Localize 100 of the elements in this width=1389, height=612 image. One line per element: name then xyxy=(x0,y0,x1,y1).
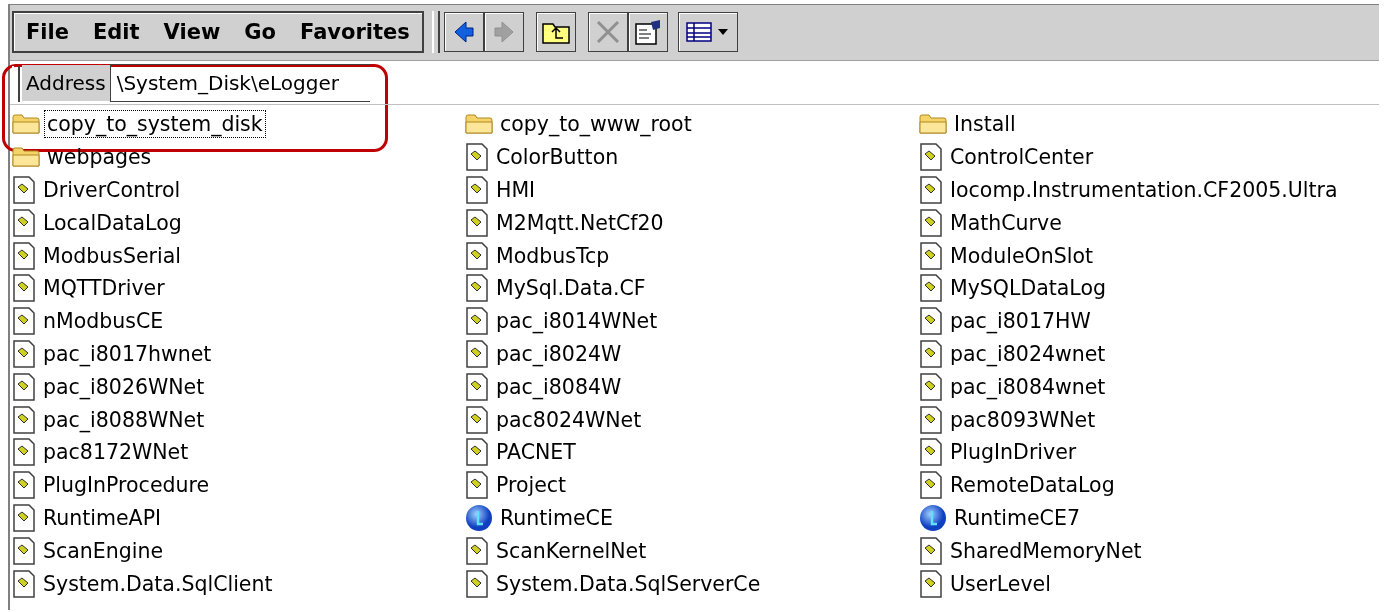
dll-file-icon xyxy=(919,176,943,204)
views-button[interactable] xyxy=(677,12,738,52)
file-name[interactable]: ColorButton xyxy=(493,143,622,172)
back-arrow-icon xyxy=(452,20,475,44)
globe-icon xyxy=(919,503,947,532)
file-name[interactable]: Iocomp.Instrumentation.CF2005.Ultra xyxy=(947,176,1341,204)
delete-icon xyxy=(594,19,621,45)
toolbar-grip[interactable] xyxy=(12,65,20,102)
file-name[interactable]: pac_i8014WNet xyxy=(493,307,661,336)
up-button[interactable] xyxy=(535,12,576,52)
menu-item[interactable]: File xyxy=(14,13,81,51)
file-name[interactable]: pac_i8017hwnet xyxy=(40,339,215,368)
dll-file-icon xyxy=(919,536,943,565)
file-name[interactable]: RemoteDataLog xyxy=(947,471,1118,500)
folder-icon xyxy=(919,113,947,136)
file-name[interactable]: Install xyxy=(951,110,1019,139)
dll-file-icon xyxy=(465,372,489,401)
dll-file-icon xyxy=(919,274,943,303)
dll-file-icon xyxy=(465,176,489,204)
file-name[interactable]: pac8093WNet xyxy=(947,405,1099,434)
file-name[interactable]: ModuleOnSlot xyxy=(947,241,1096,270)
file-name[interactable]: MQTTDriver xyxy=(40,274,168,303)
dll-file-icon xyxy=(12,241,36,270)
file-name[interactable]: RuntimeCE xyxy=(497,503,616,532)
file-name[interactable]: webpages xyxy=(44,143,155,172)
file-name[interactable]: ScanKernelNet xyxy=(493,536,650,565)
file-name[interactable]: nModbusCE xyxy=(40,307,167,336)
file-name[interactable]: ModbusTcp xyxy=(493,241,613,270)
dll-file-icon xyxy=(465,339,489,368)
menu-item[interactable]: Edit xyxy=(81,13,152,51)
menu-item[interactable]: Go xyxy=(232,13,288,51)
folder-icon xyxy=(12,113,40,136)
dll-file-icon xyxy=(465,274,489,303)
dll-file-icon xyxy=(919,307,943,336)
file-name[interactable]: pac8024WNet xyxy=(493,405,645,434)
dll-file-icon xyxy=(12,307,36,336)
file-name[interactable]: Project xyxy=(493,471,570,500)
dll-file-icon xyxy=(919,471,943,500)
dll-file-icon xyxy=(465,307,489,336)
dll-file-icon xyxy=(465,405,489,434)
file-name[interactable]: ScanEngine xyxy=(40,536,167,565)
file-name[interactable]: pac_i8084W xyxy=(493,372,625,401)
file-name[interactable]: HMI xyxy=(493,176,539,204)
dll-file-icon xyxy=(12,405,36,434)
dll-file-icon xyxy=(465,471,489,500)
file-name[interactable]: pac_i8017HW xyxy=(947,307,1094,336)
file-name[interactable]: pac_i8024W xyxy=(493,339,625,368)
file-name[interactable]: MathCurve xyxy=(947,208,1065,237)
properties-button[interactable] xyxy=(627,12,668,52)
file-name[interactable]: PlugInDriver xyxy=(947,438,1080,467)
file-name[interactable]: PlugInProcedure xyxy=(40,471,213,500)
properties-icon xyxy=(632,18,663,46)
file-name[interactable]: M2Mqtt.NetCf20 xyxy=(493,208,667,237)
dll-file-icon xyxy=(12,208,36,237)
file-name[interactable]: LocalDataLog xyxy=(40,208,185,237)
globe-icon xyxy=(465,503,493,532)
file-name[interactable]: copy_to_www_root xyxy=(497,110,695,139)
file-name[interactable]: MySql.Data.CF xyxy=(493,274,649,303)
dll-file-icon xyxy=(919,143,943,172)
menu-item[interactable]: Favorites xyxy=(288,13,422,51)
dll-file-icon xyxy=(919,405,943,434)
dll-file-icon xyxy=(12,438,36,467)
address-field[interactable]: \System_Disk\eLogger xyxy=(109,63,370,102)
file-name[interactable]: pac_i8024wnet xyxy=(947,339,1109,368)
file-name[interactable]: SharedMemoryNet xyxy=(947,536,1145,565)
dll-file-icon xyxy=(465,569,489,598)
dll-file-icon xyxy=(465,241,489,270)
dll-file-icon xyxy=(465,536,489,565)
file-name[interactable]: pac_i8088WNet xyxy=(40,405,208,434)
file-name[interactable]: RuntimeCE7 xyxy=(951,503,1083,532)
file-name[interactable]: pac8172WNet xyxy=(40,438,192,467)
dll-file-icon xyxy=(919,372,943,401)
dll-file-icon xyxy=(919,569,943,598)
menu-item[interactable]: View xyxy=(151,13,233,51)
file-name[interactable]: ModbusSerial xyxy=(40,241,184,270)
dll-file-icon xyxy=(465,438,489,467)
toolbar-grip[interactable] xyxy=(431,11,440,53)
dll-file-icon xyxy=(465,143,489,172)
file-name[interactable]: DriverControl xyxy=(40,176,184,204)
file-name[interactable]: System.Data.SqlClient xyxy=(40,569,276,598)
back-button[interactable] xyxy=(443,12,484,52)
folder-icon xyxy=(465,113,493,136)
file-name[interactable]: System.Data.SqlServerCe xyxy=(493,569,764,598)
dll-file-icon xyxy=(919,241,943,270)
forward-arrow-icon xyxy=(492,20,515,44)
file-name[interactable]: PACNET xyxy=(493,438,579,467)
folder-icon xyxy=(12,146,40,169)
file-name[interactable]: RuntimeAPI xyxy=(40,503,165,532)
dll-file-icon xyxy=(465,208,489,237)
dll-file-icon xyxy=(12,503,36,532)
file-name[interactable]: UserLevel xyxy=(947,569,1054,598)
dll-file-icon xyxy=(12,372,36,401)
file-name[interactable]: copy_to_system_disk xyxy=(44,110,266,139)
file-name[interactable]: pac_i8084wnet xyxy=(947,372,1109,401)
file-name[interactable]: pac_i8026WNet xyxy=(40,372,208,401)
dll-file-icon xyxy=(12,569,36,598)
dll-file-icon xyxy=(919,339,943,368)
file-name[interactable]: MySQLDataLog xyxy=(947,274,1109,303)
address-label: Address xyxy=(22,64,110,101)
file-name[interactable]: ControlCenter xyxy=(947,143,1097,172)
